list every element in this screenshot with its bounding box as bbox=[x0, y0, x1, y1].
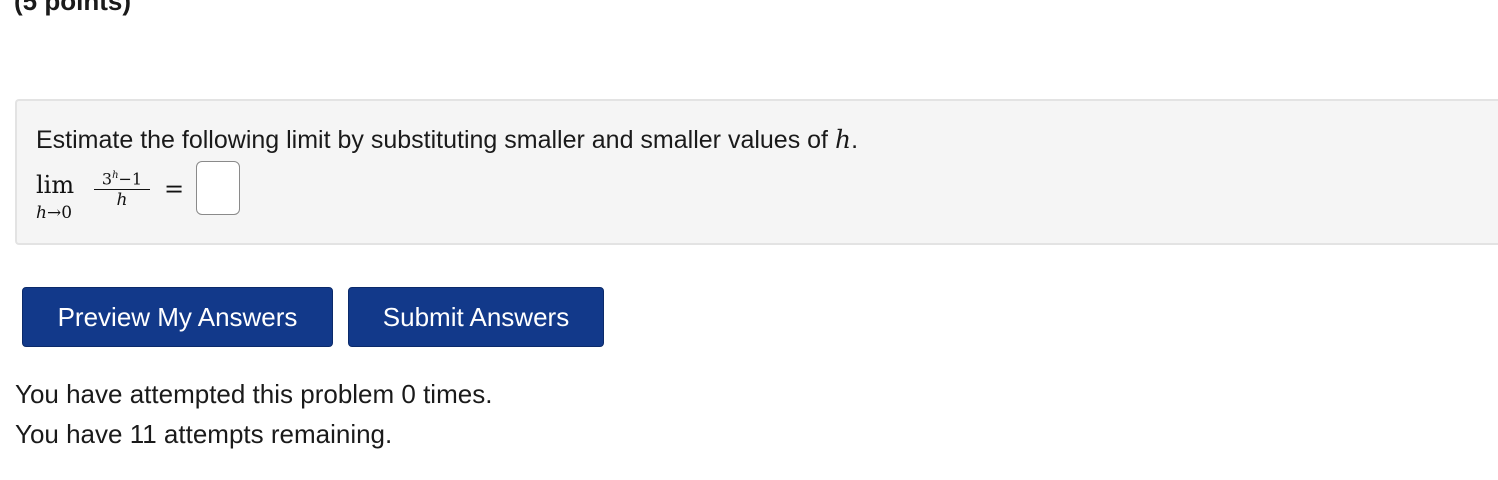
problem-panel: Estimate the following limit by substitu… bbox=[15, 99, 1498, 245]
answer-input[interactable] bbox=[196, 161, 240, 215]
preview-answers-button[interactable]: Preview My Answers bbox=[22, 287, 333, 347]
limit-fraction: 3h−1 h bbox=[94, 167, 150, 209]
submit-answers-button[interactable]: Submit Answers bbox=[348, 287, 604, 347]
attempts-made-text: You have attempted this problem 0 times. bbox=[15, 379, 493, 409]
instruction-suffix: . bbox=[851, 126, 859, 154]
limit-subscript: h→0 bbox=[36, 203, 72, 223]
limit-operator: lim bbox=[36, 171, 75, 199]
instruction-prefix: Estimate the following limit by substitu… bbox=[36, 126, 835, 154]
numerator-rest: −1 bbox=[118, 169, 143, 189]
limit-subscript-arrow: →0 bbox=[46, 203, 73, 223]
attempts-remaining-text: You have 11 attempts remaining. bbox=[15, 419, 393, 449]
equals-sign: = bbox=[164, 175, 185, 203]
fraction-denominator: h bbox=[116, 190, 128, 211]
limit-expression: lim h→0 3h−1 h = bbox=[36, 161, 276, 231]
limit-subscript-variable: h bbox=[36, 203, 47, 223]
numerator-base: 3 bbox=[101, 169, 113, 189]
instruction-variable: h bbox=[834, 125, 852, 154]
points-header: (5 points) bbox=[14, 0, 131, 16]
problem-instruction: Estimate the following limit by substitu… bbox=[36, 125, 858, 155]
fraction-numerator: 3h−1 bbox=[94, 167, 150, 188]
